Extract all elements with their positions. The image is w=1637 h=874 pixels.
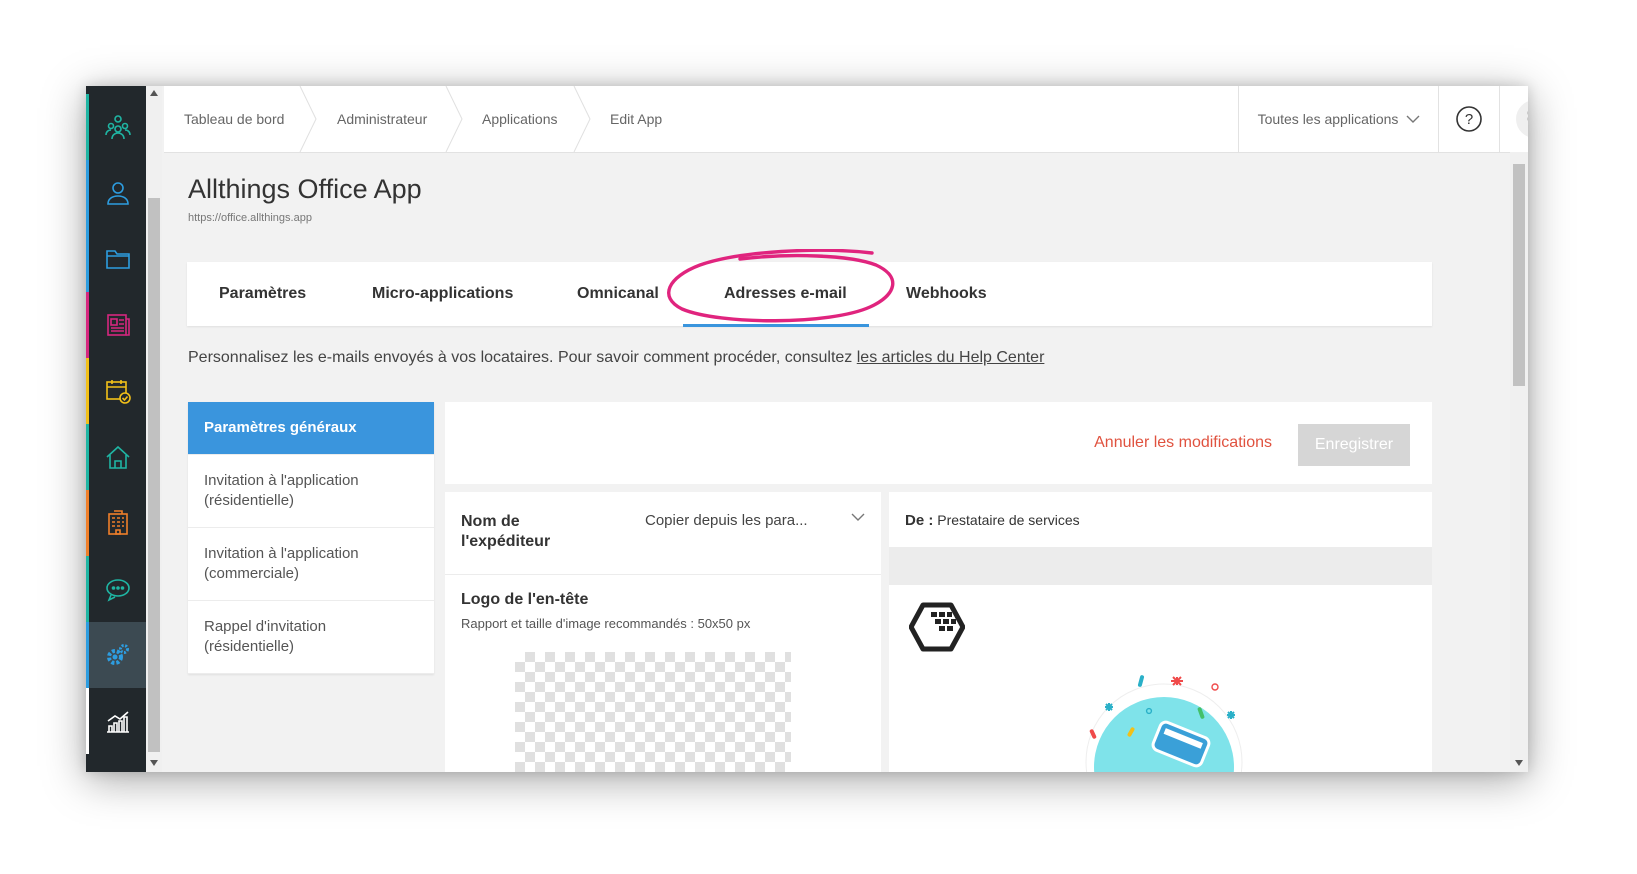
help-label: ? (1465, 111, 1473, 128)
active-tab-indicator (683, 324, 869, 327)
user-menu[interactable] (1498, 86, 1528, 152)
community-icon (104, 115, 131, 140)
app-selector-dropdown[interactable]: Toutes les applications (1238, 86, 1439, 152)
building-icon (107, 510, 128, 535)
help-center-link[interactable]: les articles du Help Center (857, 349, 1045, 366)
avatar (1516, 100, 1528, 138)
content-scrollbar[interactable] (1510, 152, 1528, 772)
nav-files[interactable] (86, 226, 146, 292)
breadcrumb-separator-icon (444, 86, 464, 153)
sidebar-scrollbar[interactable] (146, 86, 162, 772)
chevron-down-icon (851, 513, 865, 521)
content-scroll-thumb[interactable] (1513, 164, 1525, 386)
breadcrumb-admin[interactable]: Administrateur (337, 86, 427, 152)
breadcrumb-separator-icon (298, 86, 318, 153)
cancel-changes-link[interactable]: Annuler les modifications (1094, 434, 1272, 452)
preview-from-label: De : (905, 512, 934, 529)
calendar-check-icon (105, 380, 131, 404)
page-title: Allthings Office App (188, 174, 422, 204)
home-icon (105, 445, 130, 469)
template-general-settings[interactable]: Paramètres généraux (188, 402, 434, 455)
actions-bar: Annuler les modifications Enregistrer (445, 402, 1432, 484)
intro-sentence: Personnalisez les e-mails envoyés à vos … (188, 349, 857, 366)
nav-news[interactable] (86, 292, 146, 358)
page-url: https://office.allthings.app (188, 212, 312, 224)
help-icon: ? (1456, 106, 1482, 132)
sender-name-label: Nom de l'expéditeur (461, 513, 551, 550)
template-reminder-residential[interactable]: Rappel d'invitation (résidentielle) (188, 601, 434, 674)
preview-from: De : Prestataire de services (905, 512, 1080, 529)
scroll-down-arrow-icon[interactable] (1515, 760, 1523, 766)
template-invite-residential[interactable]: Invitation à l'application (résidentiell… (188, 455, 434, 528)
nav-messages[interactable] (86, 556, 146, 622)
email-template-list: Paramètres généraux Invitation à l'appli… (188, 402, 434, 674)
newspaper-icon (106, 314, 130, 336)
breadcrumb-separator-icon (572, 86, 592, 153)
gears-icon (106, 644, 129, 665)
stats-icon (106, 711, 129, 733)
scroll-up-arrow-icon[interactable] (150, 90, 158, 96)
logo-upload-area[interactable] (515, 652, 791, 772)
sender-name-select[interactable]: Copier depuis les para... (645, 512, 865, 529)
nav-community[interactable] (86, 94, 146, 160)
app-selector-label: Toutes les applications (1257, 111, 1399, 127)
nav-buildings[interactable] (86, 490, 146, 556)
tab-micro-apps[interactable]: Micro-applications (372, 262, 513, 326)
avatar-dots-icon (1527, 111, 1528, 121)
tab-webhooks[interactable]: Webhooks (906, 262, 987, 326)
save-button[interactable]: Enregistrer (1298, 424, 1410, 466)
nav-calendar[interactable] (86, 358, 146, 424)
user-icon (106, 182, 129, 205)
breadcrumb-dashboard[interactable]: Tableau de bord (184, 86, 284, 152)
highlight-annotation-icon (667, 249, 895, 323)
nav-settings[interactable] (86, 622, 146, 688)
preview-header-band (889, 547, 1432, 585)
app-window: Tableau de bord Administrateur Applicati… (86, 86, 1528, 772)
intro-text: Personnalisez les e-mails envoyés à vos … (188, 349, 1044, 367)
help-button[interactable]: ? (1438, 86, 1500, 152)
chat-icon (105, 579, 130, 602)
template-invite-commercial[interactable]: Invitation à l'application (commerciale) (188, 528, 434, 601)
sender-row: Nom de l'expéditeur Copier depuis les pa… (445, 492, 881, 575)
main-sidebar (86, 86, 146, 772)
email-preview: De : Prestataire de services (889, 492, 1432, 772)
breadcrumb-edit-app: Edit App (610, 111, 663, 127)
folder-icon (105, 250, 130, 269)
tab-settings[interactable]: Paramètres (219, 262, 306, 326)
header-logo-label: Logo de l'en-tête (461, 591, 589, 608)
email-settings-form: Nom de l'expéditeur Copier depuis les pa… (445, 492, 881, 772)
scroll-down-arrow-icon[interactable] (150, 760, 158, 766)
chevron-down-icon (1406, 115, 1420, 123)
tab-omnichannel[interactable]: Omnicanal (577, 262, 659, 326)
nav-statistics[interactable] (86, 688, 146, 754)
breadcrumb-applications[interactable]: Applications (482, 86, 558, 152)
celebration-illustration-icon (1085, 675, 1243, 772)
nav-users[interactable] (86, 160, 146, 226)
brand-logo-icon (909, 602, 965, 652)
preview-from-value: Prestataire de services (937, 512, 1080, 528)
nav-home[interactable] (86, 424, 146, 490)
sidebar-scroll-thumb[interactable] (148, 198, 160, 752)
top-header: Tableau de bord Administrateur Applicati… (164, 86, 1528, 153)
header-logo-hint: Rapport et taille d'image recommandés : … (461, 616, 751, 631)
sender-name-value: Copier depuis les para... (645, 512, 808, 529)
